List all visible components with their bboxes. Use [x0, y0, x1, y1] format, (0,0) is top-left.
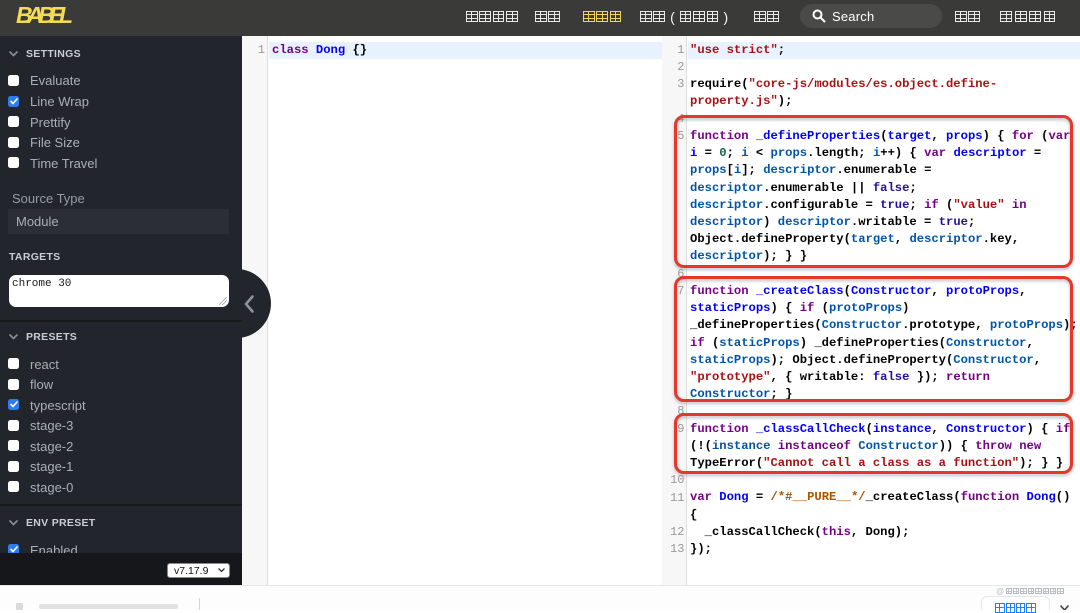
svg-text:BABEL: BABEL: [16, 2, 73, 28]
